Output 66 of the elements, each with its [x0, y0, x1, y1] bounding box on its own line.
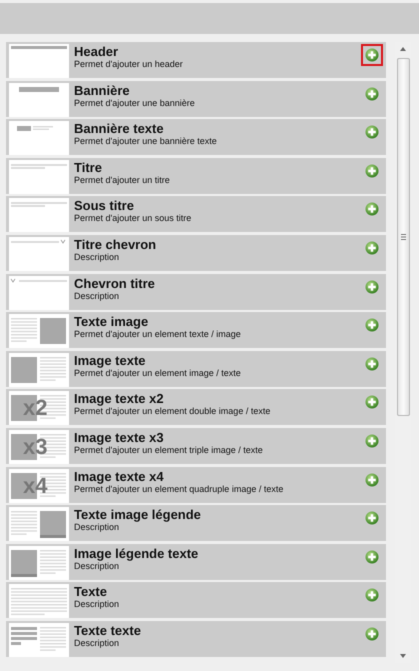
plus-icon — [365, 588, 379, 602]
block-title: Image texte x2 — [74, 392, 164, 406]
block-description: Permet d'ajouter un titre — [74, 174, 170, 185]
block-description: Permet d'ajouter un header — [74, 59, 183, 69]
plus-icon — [365, 202, 379, 216]
block-title: Image texte x4 — [74, 470, 164, 484]
block-title: Titre — [74, 160, 102, 175]
plus-icon — [365, 318, 379, 332]
block-title: Texte image — [74, 315, 148, 330]
block-title: Titre chevron — [74, 238, 156, 252]
block-description: Permet d'ajouter un element double image / texte — [74, 406, 270, 416]
plus-icon — [365, 356, 379, 371]
block-description: Description — [74, 290, 120, 301]
layout-thumbnail — [9, 352, 69, 387]
block-description: Description — [74, 252, 120, 262]
block-title: Sous titre — [74, 199, 134, 214]
block-title: Header — [74, 45, 118, 59]
plus-icon — [365, 48, 379, 62]
block-title: Image texte x3 — [74, 430, 164, 445]
block-description: Permet d'ajouter un element texte / image — [74, 329, 241, 340]
plus-icon — [365, 86, 379, 101]
block-description: Description — [74, 560, 120, 571]
block-title: Chevron titre — [74, 276, 155, 291]
plus-icon — [365, 280, 379, 294]
plus-icon — [365, 125, 379, 140]
block-description: Permet d'ajouter un element image / texte — [74, 368, 241, 378]
block-description: Permet d'ajouter un sous titre — [74, 213, 192, 224]
plus-icon — [365, 240, 379, 255]
layout-thumbnail — [9, 507, 69, 542]
layout-thumbnail — [9, 121, 69, 156]
scrollbar-thumb[interactable] — [396, 58, 410, 416]
block-description: Description — [74, 599, 120, 610]
layout-thumbnail — [9, 622, 69, 657]
plus-icon — [365, 434, 379, 448]
layout-thumbnail — [9, 314, 69, 348]
block-description: Permet d'ajouter une bannière — [74, 98, 195, 108]
plus-icon — [365, 511, 379, 526]
plus-icon — [365, 164, 379, 178]
layout-thumbnail — [9, 236, 69, 271]
layout-thumbnail — [9, 44, 69, 78]
layout-thumbnail — [9, 276, 69, 310]
block-title: Texte image légende — [74, 508, 201, 522]
plus-icon — [365, 395, 379, 410]
layout-thumbnail — [9, 546, 69, 580]
block-title: Bannière texte — [74, 122, 164, 136]
grip-icon — [400, 234, 406, 240]
plus-icon — [365, 472, 379, 487]
scroll-up-icon[interactable] — [400, 47, 406, 51]
block-description: Description — [74, 638, 120, 648]
layout-thumbnail — [9, 160, 69, 194]
block-title: Texte — [74, 585, 107, 600]
block-description: Permet d'ajouter un element quadruple image / texte — [74, 484, 284, 494]
block-description: Description — [74, 522, 120, 532]
block-description: Permet d'ajouter un element triple image / texte — [74, 444, 263, 455]
block-title: Image texte — [74, 354, 146, 368]
layout-thumbnail — [9, 198, 69, 232]
scroll-down-icon[interactable] — [400, 654, 406, 658]
block-title: Bannière — [74, 84, 130, 98]
block-title: Image légende texte — [74, 546, 198, 561]
layout-thumbnail — [9, 584, 69, 618]
plus-icon — [365, 626, 379, 641]
layout-thumbnail — [9, 82, 69, 117]
block-title: Texte texte — [74, 624, 141, 638]
block-description: Permet d'ajouter une bannière texte — [74, 136, 217, 146]
plus-icon — [365, 550, 379, 564]
add-button[interactable] — [361, 44, 383, 66]
